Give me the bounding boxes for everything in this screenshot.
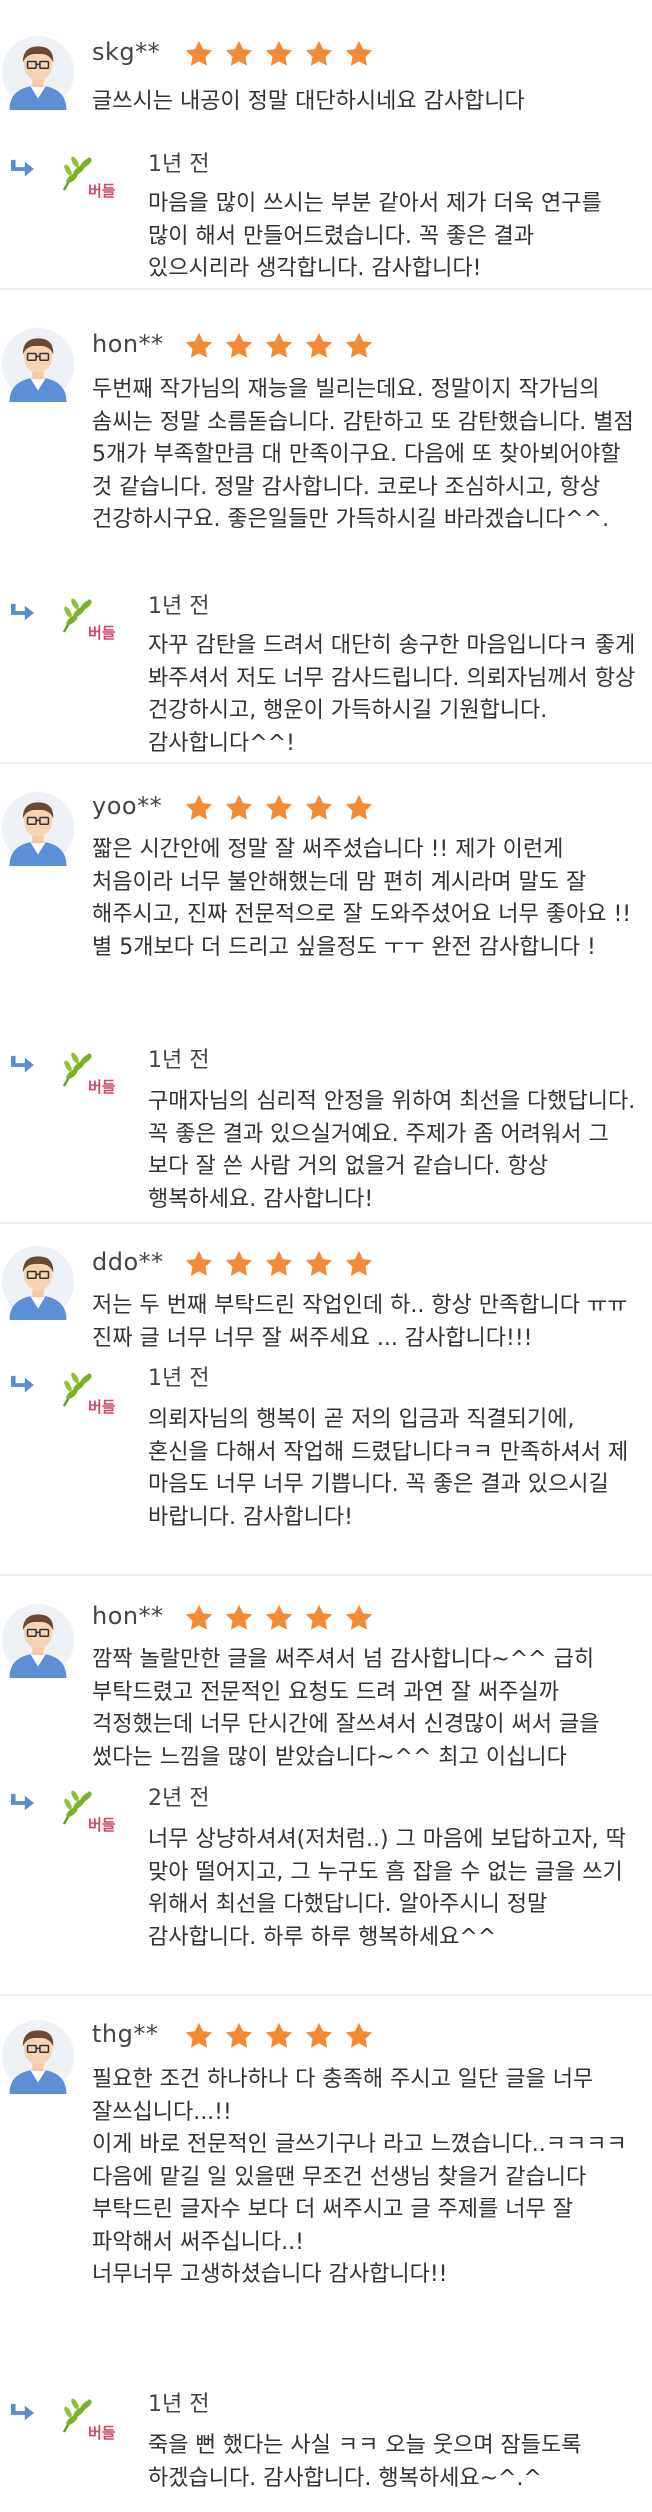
user-avatar-icon: [1, 791, 75, 866]
user-avatar-icon: [1, 1603, 75, 1678]
seller-badge: 버들: [60, 594, 130, 650]
seller-reply-text: 죽을 뻔 했다는 사실 ㅋㅋ 오늘 웃으며 잠들도록 하겠습니다. 감사합니다.…: [148, 2433, 589, 2491]
user-avatar-icon: [1, 35, 75, 110]
reply-date: 1년 전: [148, 594, 210, 619]
user-avatar-icon: [1, 327, 75, 402]
user-avatar-icon: [1, 1245, 75, 1320]
star-icon: [305, 332, 333, 358]
star-rating: [184, 39, 374, 69]
reply-date: 1년 전: [148, 2392, 210, 2417]
star-rating: [184, 1603, 374, 1633]
review-text: 깜짝 놀랄만한 글을 써주셔서 넘 감사합니다~^^ 급히 부탁드렸고 전문적인…: [92, 1647, 607, 1770]
star-icon: [345, 2022, 373, 2048]
star-icon: [305, 1604, 333, 1630]
review-item: hon** 깜짝 놀랄만한 글을 써주셔서 넘 감사합니다~^^ 급히 부탁드렸…: [0, 1576, 652, 1996]
star-icon: [305, 794, 333, 820]
review-list: skg** 글쓰시는 내공이 정말 대단하시네요 감사합니다 버들 1년 전 마…: [0, 0, 652, 2512]
reply-date: 2년 전: [148, 1786, 210, 1811]
star-rating: [184, 331, 374, 361]
star-rating: [184, 1249, 374, 1279]
review-username: skg**: [92, 38, 161, 66]
seller-badge: 버들: [60, 152, 130, 208]
star-icon: [185, 2022, 213, 2048]
review-username: hon**: [92, 1602, 164, 1630]
review-username: thg**: [92, 2020, 159, 2048]
review-item: ddo** 저는 두 번째 부탁드린 작업인데 하.. 항상 만족합니다 ㅠㅠ …: [0, 1224, 652, 1576]
star-icon: [345, 332, 373, 358]
seller-reply-text: 마음을 많이 쓰시는 부분 같아서 제가 더욱 연구를 많이 해서 만들어드렸습…: [148, 191, 609, 281]
star-icon: [305, 2022, 333, 2048]
user-avatar-icon: [1, 2019, 75, 2094]
star-icon: [225, 1250, 253, 1276]
star-icon: [225, 2022, 253, 2048]
star-icon: [185, 40, 213, 66]
star-icon: [305, 40, 333, 66]
seller-label: 버들: [88, 2424, 116, 2442]
seller-label: 버들: [88, 624, 116, 642]
star-icon: [345, 1604, 373, 1630]
seller-label: 버들: [88, 1398, 116, 1416]
seller-badge: 버들: [60, 1368, 130, 1424]
review-text: 글쓰시는 내공이 정말 대단하시네요 감사합니다: [92, 89, 525, 114]
seller-badge: 버들: [60, 1786, 130, 1842]
reply-date: 1년 전: [148, 1366, 210, 1391]
review-item: yoo** 짧은 시간안에 정말 잘 써주셨습니다 !! 제가 이런게 처음이라…: [0, 764, 652, 1224]
star-icon: [185, 1250, 213, 1276]
review-text: 짧은 시간안에 정말 잘 써주셨습니다 !! 제가 이런게 처음이라 너무 불안…: [92, 837, 639, 960]
reply-arrow-icon: [11, 1055, 34, 1073]
star-icon: [265, 332, 293, 358]
seller-label: 버들: [88, 1078, 116, 1096]
review-text: 두번째 작가님의 재능을 빌리는데요. 정말이지 작가님의 솜씨는 정말 소름돋…: [92, 377, 641, 532]
reply-arrow-icon: [11, 159, 34, 177]
review-username: yoo**: [92, 792, 163, 820]
star-icon: [265, 40, 293, 66]
seller-reply-text: 구매자님의 심리적 안정을 위하여 최선을 다했답니다. 꼭 좋은 결과 있으실…: [148, 1089, 643, 1212]
star-icon: [225, 332, 253, 358]
star-rating: [184, 2021, 374, 2051]
reply-arrow-icon: [11, 1375, 34, 1393]
star-icon: [185, 332, 213, 358]
star-icon: [345, 40, 373, 66]
seller-label: 버들: [88, 182, 116, 200]
seller-badge: 버들: [60, 1048, 130, 1104]
star-icon: [265, 2022, 293, 2048]
review-text: 저는 두 번째 부탁드린 작업인데 하.. 항상 만족합니다 ㅠㅠ 진짜 글 너…: [92, 1293, 635, 1351]
star-icon: [305, 1250, 333, 1276]
reply-arrow-icon: [11, 1793, 34, 1811]
review-item: skg** 글쓰시는 내공이 정말 대단하시네요 감사합니다 버들 1년 전 마…: [0, 0, 652, 290]
star-icon: [185, 1604, 213, 1630]
seller-reply-text: 의뢰자님의 행복이 곧 저의 입금과 직결되기에, 혼신을 다해서 작업해 드렸…: [148, 1407, 636, 1530]
star-icon: [265, 1250, 293, 1276]
review-item: hon** 두번째 작가님의 재능을 빌리는데요. 정말이지 작가님의 솜씨는 …: [0, 290, 652, 764]
seller-label: 버들: [88, 1816, 116, 1834]
star-icon: [185, 794, 213, 820]
reply-date: 1년 전: [148, 1048, 210, 1073]
seller-reply-text: 자꾸 감탄을 드려서 대단히 송구한 마음입니다ㅋ 좋게 봐주셔서 저도 너무 …: [148, 633, 643, 756]
star-icon: [345, 794, 373, 820]
review-item: thg** 필요한 조건 하나하나 다 충족해 주시고 일단 글을 너무 잘쓰십…: [0, 1996, 652, 2512]
star-icon: [225, 794, 253, 820]
review-username: ddo**: [92, 1248, 164, 1276]
star-icon: [225, 1604, 253, 1630]
star-rating: [184, 793, 374, 823]
review-text: 필요한 조건 하나하나 다 충족해 주시고 일단 글을 너무 잘쓰십니다...!…: [92, 2067, 627, 2287]
star-icon: [225, 40, 253, 66]
reply-arrow-icon: [11, 603, 34, 621]
star-icon: [265, 794, 293, 820]
reply-date: 1년 전: [148, 152, 210, 177]
seller-reply-text: 너무 상냥하셔셔(저처럼..) 그 마음에 보답하고자, 딱 맞아 떨어지고, …: [148, 1827, 633, 1950]
reply-arrow-icon: [11, 2403, 34, 2421]
star-icon: [345, 1250, 373, 1276]
star-icon: [265, 1604, 293, 1630]
seller-badge: 버들: [60, 2394, 130, 2450]
review-username: hon**: [92, 330, 164, 358]
